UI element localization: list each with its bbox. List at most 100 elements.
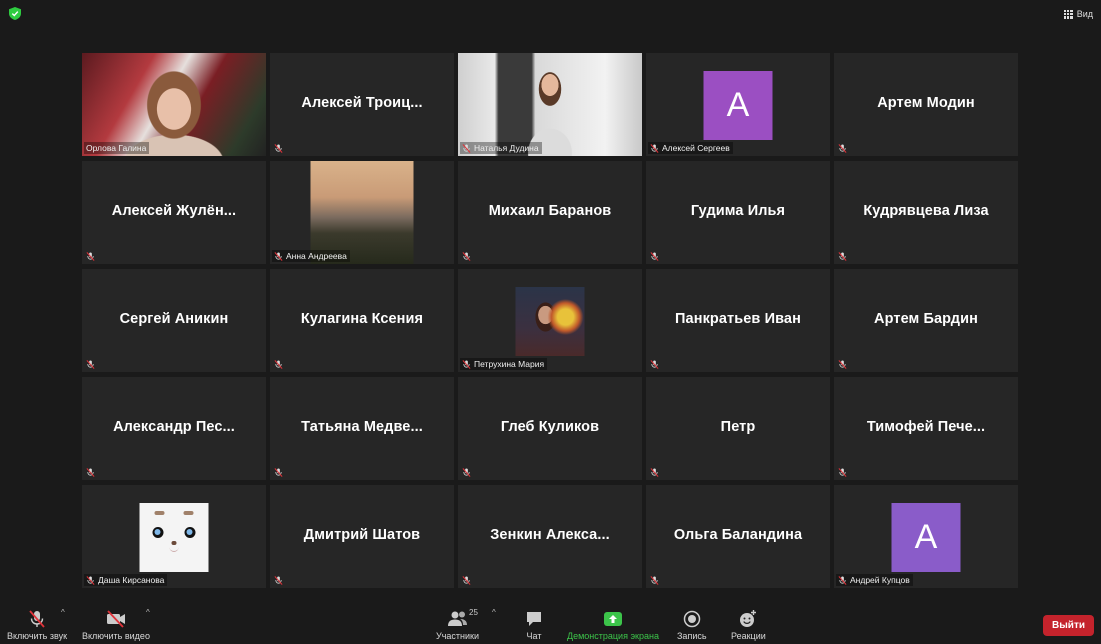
participant-tile[interactable]: Панкратьев Иван bbox=[646, 269, 830, 372]
participant-nameplate: Даша Кирсанова bbox=[84, 574, 168, 586]
muted-microphone-icon bbox=[274, 251, 283, 261]
muted-microphone-icon bbox=[274, 468, 283, 477]
participant-display-name: Алексей Троиц... bbox=[301, 95, 423, 111]
muted-microphone-icon bbox=[650, 143, 659, 153]
participant-tile[interactable]: Гудима Илья bbox=[646, 161, 830, 264]
participant-tile[interactable]: Алексей Троиц... bbox=[270, 53, 454, 156]
muted-microphone-icon bbox=[462, 468, 471, 477]
chat-button[interactable]: Чат bbox=[525, 609, 543, 641]
participant-display-name: Артем Бардин bbox=[874, 311, 978, 327]
participant-nameplate bbox=[460, 467, 474, 478]
muted-microphone-icon bbox=[838, 468, 847, 477]
participant-nameplate bbox=[460, 575, 474, 586]
start-video-button[interactable]: Включить видео bbox=[82, 609, 150, 641]
participant-tile[interactable]: Тимофей Пече... bbox=[834, 377, 1018, 480]
participant-tile[interactable]: Орлова Галина bbox=[82, 53, 266, 156]
participant-tile[interactable]: A Андрей Купцов bbox=[834, 485, 1018, 588]
participant-nameplate bbox=[648, 251, 662, 262]
participant-nameplate bbox=[272, 467, 286, 478]
muted-microphone-icon bbox=[650, 360, 659, 369]
participant-display-name: Глеб Куликов bbox=[500, 419, 600, 435]
unmute-label: Включить звук bbox=[7, 631, 68, 641]
record-button[interactable]: Запись bbox=[677, 609, 707, 641]
participant-name-label: Алексей Сергеев bbox=[662, 143, 730, 153]
participant-display-name: Ольга Баландина bbox=[673, 527, 803, 543]
participant-tile[interactable]: Алексей Жулён... bbox=[82, 161, 266, 264]
participant-nameplate: Анна Андреева bbox=[272, 250, 350, 262]
video-off-icon bbox=[105, 609, 127, 629]
participant-tile[interactable]: Ольга Баландина bbox=[646, 485, 830, 588]
participants-options-chevron-icon[interactable]: ^ bbox=[492, 608, 496, 617]
participant-display-name: Алексей Жулён... bbox=[111, 203, 237, 219]
participant-tile[interactable]: Михаил Баранов bbox=[458, 161, 642, 264]
participant-tile[interactable]: Александр Пес... bbox=[82, 377, 266, 480]
participant-display-name: Дмитрий Шатов bbox=[303, 527, 421, 543]
participant-tile[interactable]: Зенкин Алекса... bbox=[458, 485, 642, 588]
participant-display-name: Михаил Баранов bbox=[488, 203, 612, 219]
participant-tile[interactable]: Наталья Дудина bbox=[458, 53, 642, 156]
participant-nameplate: Наталья Дудина bbox=[460, 142, 542, 154]
share-screen-button[interactable]: Демонстрация экрана bbox=[567, 609, 659, 641]
participant-video bbox=[82, 53, 266, 156]
participant-profile-picture bbox=[310, 161, 414, 264]
leave-meeting-button[interactable]: Выйти bbox=[1043, 615, 1094, 636]
participant-nameplate bbox=[836, 143, 850, 154]
view-button[interactable]: Вид bbox=[1063, 6, 1093, 22]
muted-microphone-icon bbox=[838, 575, 847, 585]
reactions-button[interactable]: Реакции bbox=[731, 609, 766, 641]
participant-profile-picture bbox=[515, 287, 585, 356]
chat-icon bbox=[525, 609, 543, 629]
chat-label: Чат bbox=[526, 631, 542, 641]
participant-tile[interactable]: Анна Андреева bbox=[270, 161, 454, 264]
participant-display-name: Артем Модин bbox=[877, 95, 975, 111]
participant-nameplate bbox=[648, 575, 662, 586]
participants-label: Участники bbox=[436, 631, 479, 641]
muted-microphone-icon bbox=[838, 252, 847, 261]
participant-avatar: A bbox=[891, 503, 961, 572]
audio-options-chevron-icon[interactable]: ^ bbox=[61, 608, 65, 617]
participant-tile[interactable]: Петр bbox=[646, 377, 830, 480]
muted-microphone-icon bbox=[838, 144, 847, 153]
meeting-toolbar: Включить звук ^ Включить видео ^ Участни… bbox=[0, 606, 1101, 644]
muted-microphone-icon bbox=[86, 468, 95, 477]
grid-view-icon bbox=[1063, 9, 1073, 19]
participant-nameplate bbox=[648, 467, 662, 478]
participant-tile[interactable]: Дмитрий Шатов bbox=[270, 485, 454, 588]
participant-tile[interactable]: Глеб Куликов bbox=[458, 377, 642, 480]
participant-nameplate bbox=[836, 467, 850, 478]
participant-display-name: Татьяна Медве... bbox=[301, 419, 423, 435]
participant-tile[interactable]: Артем Бардин bbox=[834, 269, 1018, 372]
muted-microphone-icon bbox=[650, 576, 659, 585]
muted-microphone-icon bbox=[462, 252, 471, 261]
participant-tile[interactable]: Кулагина Ксения bbox=[270, 269, 454, 372]
participant-tile[interactable]: Артем Модин bbox=[834, 53, 1018, 156]
participant-nameplate bbox=[84, 467, 98, 478]
participant-tile[interactable]: Сергей Аникин bbox=[82, 269, 266, 372]
start-video-label: Включить видео bbox=[82, 631, 150, 641]
participant-display-name: Зенкин Алекса... bbox=[490, 527, 610, 543]
participant-nameplate bbox=[836, 359, 850, 370]
gallery-grid: Орлова Галина Алексей Троиц... Наталья Дуд… bbox=[82, 53, 1021, 589]
video-options-chevron-icon[interactable]: ^ bbox=[146, 608, 150, 617]
participant-tile[interactable]: Татьяна Медве... bbox=[270, 377, 454, 480]
participant-display-name: Панкратьев Иван bbox=[675, 311, 801, 327]
participant-video bbox=[458, 53, 642, 156]
security-shield-icon[interactable] bbox=[9, 7, 21, 20]
participant-nameplate bbox=[648, 359, 662, 370]
reactions-emoji-icon bbox=[738, 609, 758, 629]
participant-name-label: Анна Андреева bbox=[286, 251, 347, 261]
participant-tile[interactable]: Петрухина Мария bbox=[458, 269, 642, 372]
muted-microphone-icon bbox=[27, 609, 47, 629]
participant-name-label: Орлова Галина bbox=[86, 143, 147, 153]
participant-display-name: Кулагина Ксения bbox=[300, 311, 424, 327]
participant-tile[interactable]: Даша Кирсанова bbox=[82, 485, 266, 588]
participant-tile[interactable]: Кудрявцева Лиза bbox=[834, 161, 1018, 264]
muted-microphone-icon bbox=[86, 252, 95, 261]
share-screen-label: Демонстрация экрана bbox=[567, 631, 659, 641]
participant-tile[interactable]: A Алексей Сергеев bbox=[646, 53, 830, 156]
muted-microphone-icon bbox=[650, 252, 659, 261]
participant-display-name: Александр Пес... bbox=[113, 419, 235, 435]
unmute-button[interactable]: Включить звук bbox=[7, 609, 67, 641]
participant-display-name: Сергей Аникин bbox=[119, 311, 229, 327]
participant-nameplate: Алексей Сергеев bbox=[648, 142, 733, 154]
